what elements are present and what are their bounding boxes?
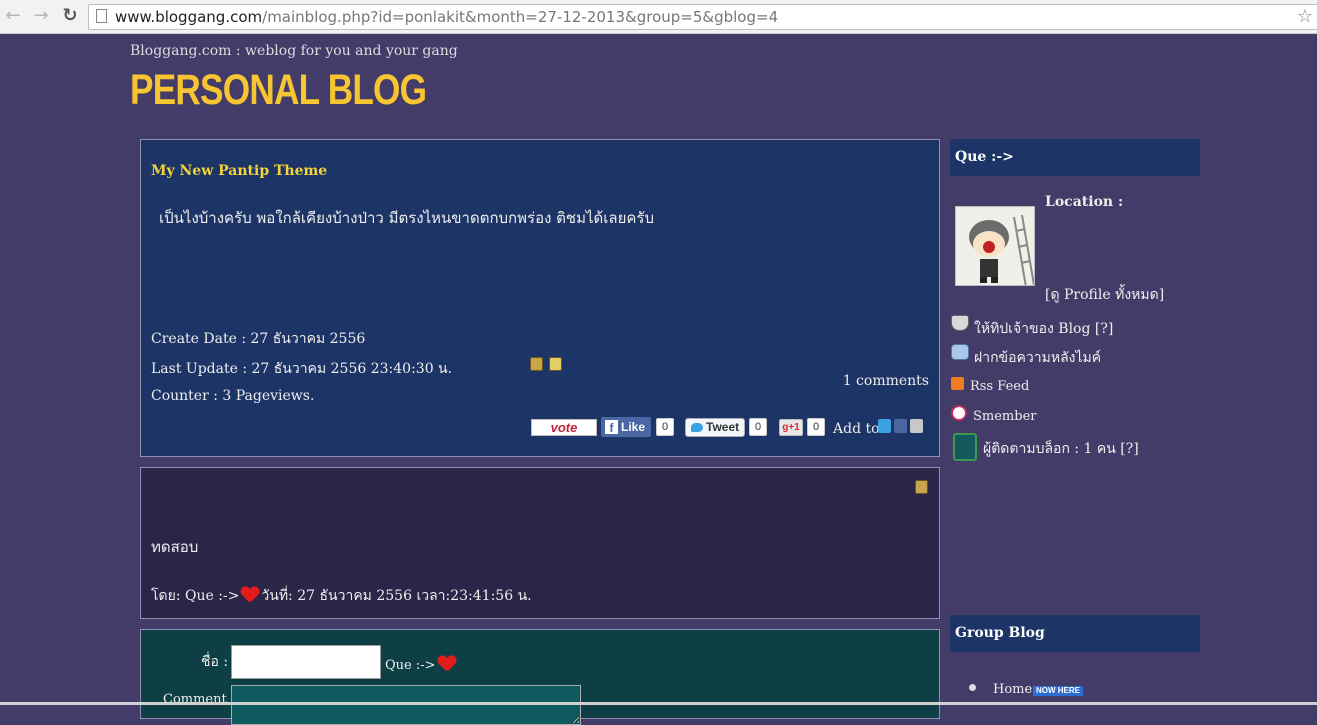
address-bar[interactable]: www.bloggang.com/mainblog.php?id=ponlaki…: [88, 4, 1317, 30]
avatar[interactable]: [955, 206, 1035, 286]
bookmark-star-icon[interactable]: ☆: [1297, 5, 1313, 29]
heart-badge-icon: [951, 405, 967, 421]
smember-link[interactable]: Smember: [973, 409, 1036, 424]
group-blog-header: Group Blog: [950, 615, 1200, 652]
google-plus-button[interactable]: g+1: [779, 419, 803, 436]
comment-date: วันที่: 27 ธันวาคม 2556 เวลา:23:41:56 น.: [261, 588, 532, 604]
name-value: Que :->: [385, 655, 458, 673]
comment-byline: โดย: Que :-> วันที่: 27 ธันวาคม 2556 เวลา…: [151, 585, 532, 607]
print-icon[interactable]: [915, 480, 928, 494]
tweet-count: 0: [749, 418, 767, 436]
name-input[interactable]: [231, 645, 381, 679]
group-item-home[interactable]: Home: [993, 682, 1032, 697]
edit-icon[interactable]: [549, 357, 562, 371]
heart-icon: [438, 655, 456, 673]
now-here-badge: NOW HERE: [1033, 686, 1083, 696]
url-path: /mainblog.php?id=ponlakit&month=27-12-20…: [262, 8, 779, 26]
name-label: ชื่อ :: [201, 654, 229, 670]
profile-header: Que :->: [950, 139, 1200, 176]
share-row: vote Like 0 Tweet 0 g+1 0 Add to: [531, 417, 931, 439]
list-bullet: [969, 684, 976, 691]
view-profile-link[interactable]: [ดู Profile ทั้งหมด]: [1045, 284, 1164, 306]
last-update: Last Update : 27 ธันวาคม 2556 23:40:30 น…: [151, 361, 453, 377]
blog-title: PERSONAL BLOG: [130, 66, 427, 114]
facebook-like-button[interactable]: Like: [601, 417, 651, 437]
gplus-count: 0: [807, 418, 825, 436]
rss-link[interactable]: Rss Feed: [970, 379, 1029, 394]
tip-link[interactable]: ให้ทิปเจ้าของ Blog [?]: [974, 318, 1113, 340]
avatar-cartoon-icon: [956, 207, 1034, 285]
comment-form: ชื่อ : Que :-> Comment :: [140, 629, 940, 725]
counter: Counter : 3 Pageviews.: [151, 388, 315, 404]
add-to-label: Add to: [833, 421, 880, 437]
post-box: My New Pantip Theme เป็นไงบ้างครับ พอใกล…: [140, 139, 940, 457]
vote-button[interactable]: vote: [531, 419, 597, 436]
post-body: เป็นไงบ้างครับ พอใกล้เคียงบ้างป่าว มีตรง…: [159, 209, 654, 227]
tweet-button[interactable]: Tweet: [685, 418, 745, 437]
rss-icon: [951, 377, 964, 390]
twitter-icon[interactable]: [878, 419, 891, 433]
name-value-text: Que :->: [385, 658, 436, 673]
bookmark-share-icon[interactable]: [910, 419, 923, 433]
post-title: My New Pantip Theme: [151, 163, 328, 179]
site-tagline: Bloggang.com : weblog for you and your g…: [130, 43, 458, 59]
comment-item: ทดสอบ โดย: Que :-> วันที่: 27 ธันวาคม 255…: [140, 467, 940, 619]
page-icon: [96, 9, 107, 23]
message-link[interactable]: ฝากข้อความหลังไมค์: [974, 347, 1101, 369]
comment-textarea[interactable]: [231, 685, 581, 725]
location-label: Location :: [1045, 194, 1124, 210]
message-bubbles-icon: [951, 344, 969, 360]
comments-count[interactable]: 1 comments: [843, 373, 929, 389]
followers-link[interactable]: ผู้ติดตามบล็อก : 1 คน [?]: [983, 438, 1139, 460]
comment-text: ทดสอบ: [151, 538, 199, 556]
create-date: Create Date : 27 ธันวาคม 2556: [151, 331, 366, 347]
back-arrow-icon[interactable]: ←: [2, 5, 24, 27]
tip-hat-icon: [951, 315, 969, 331]
url-host: www.bloggang.com: [115, 8, 263, 26]
heart-icon: [241, 586, 259, 604]
comment-author: โดย: Que :->: [151, 588, 240, 604]
like-count: 0: [656, 418, 674, 436]
browser-toolbar: ← → ↻ www.bloggang.com/mainblog.php?id=p…: [0, 0, 1317, 34]
reload-icon[interactable]: ↻: [59, 5, 81, 27]
print-icon[interactable]: [530, 357, 543, 371]
forward-arrow-icon[interactable]: →: [30, 5, 52, 27]
facebook-icon[interactable]: [894, 419, 907, 433]
follower-icon: [953, 433, 977, 461]
